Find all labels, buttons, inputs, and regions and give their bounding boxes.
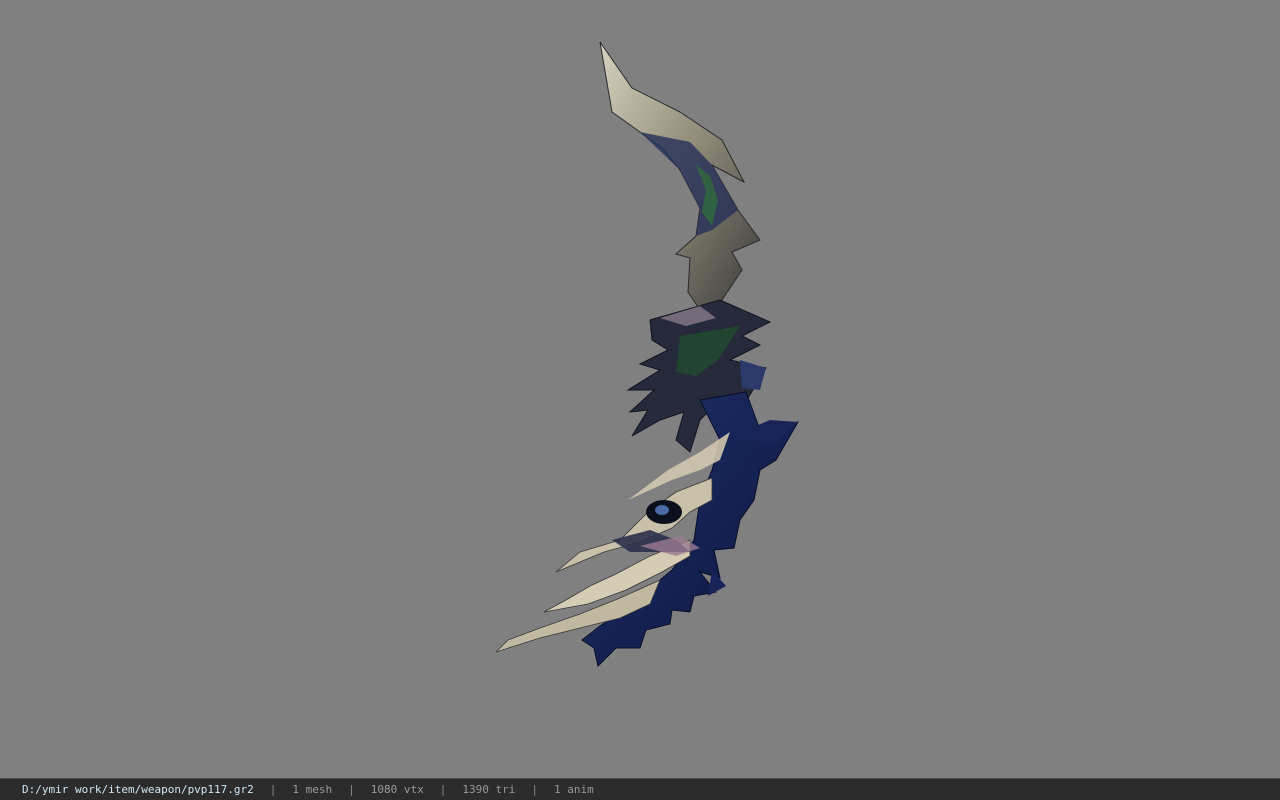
status-bar: D:/ymir work/item/weapon/pvp117.gr2 | 1 …: [0, 778, 1280, 800]
file-path-label: D:/ymir work/item/weapon/pvp117.gr2: [22, 783, 254, 796]
vertex-count-label: 1080 vtx: [370, 783, 424, 796]
separator: |: [531, 783, 539, 796]
separator: |: [439, 783, 447, 796]
triangle-count-label: 1390 tri: [462, 783, 516, 796]
3d-viewport[interactable]: [0, 0, 1280, 778]
separator: |: [348, 783, 355, 796]
separator: |: [269, 783, 277, 796]
anim-count-label: 1 anim: [554, 783, 594, 796]
curved-blade-weapon-icon: [495, 41, 799, 667]
mesh-count-label: 1 mesh: [292, 783, 333, 796]
